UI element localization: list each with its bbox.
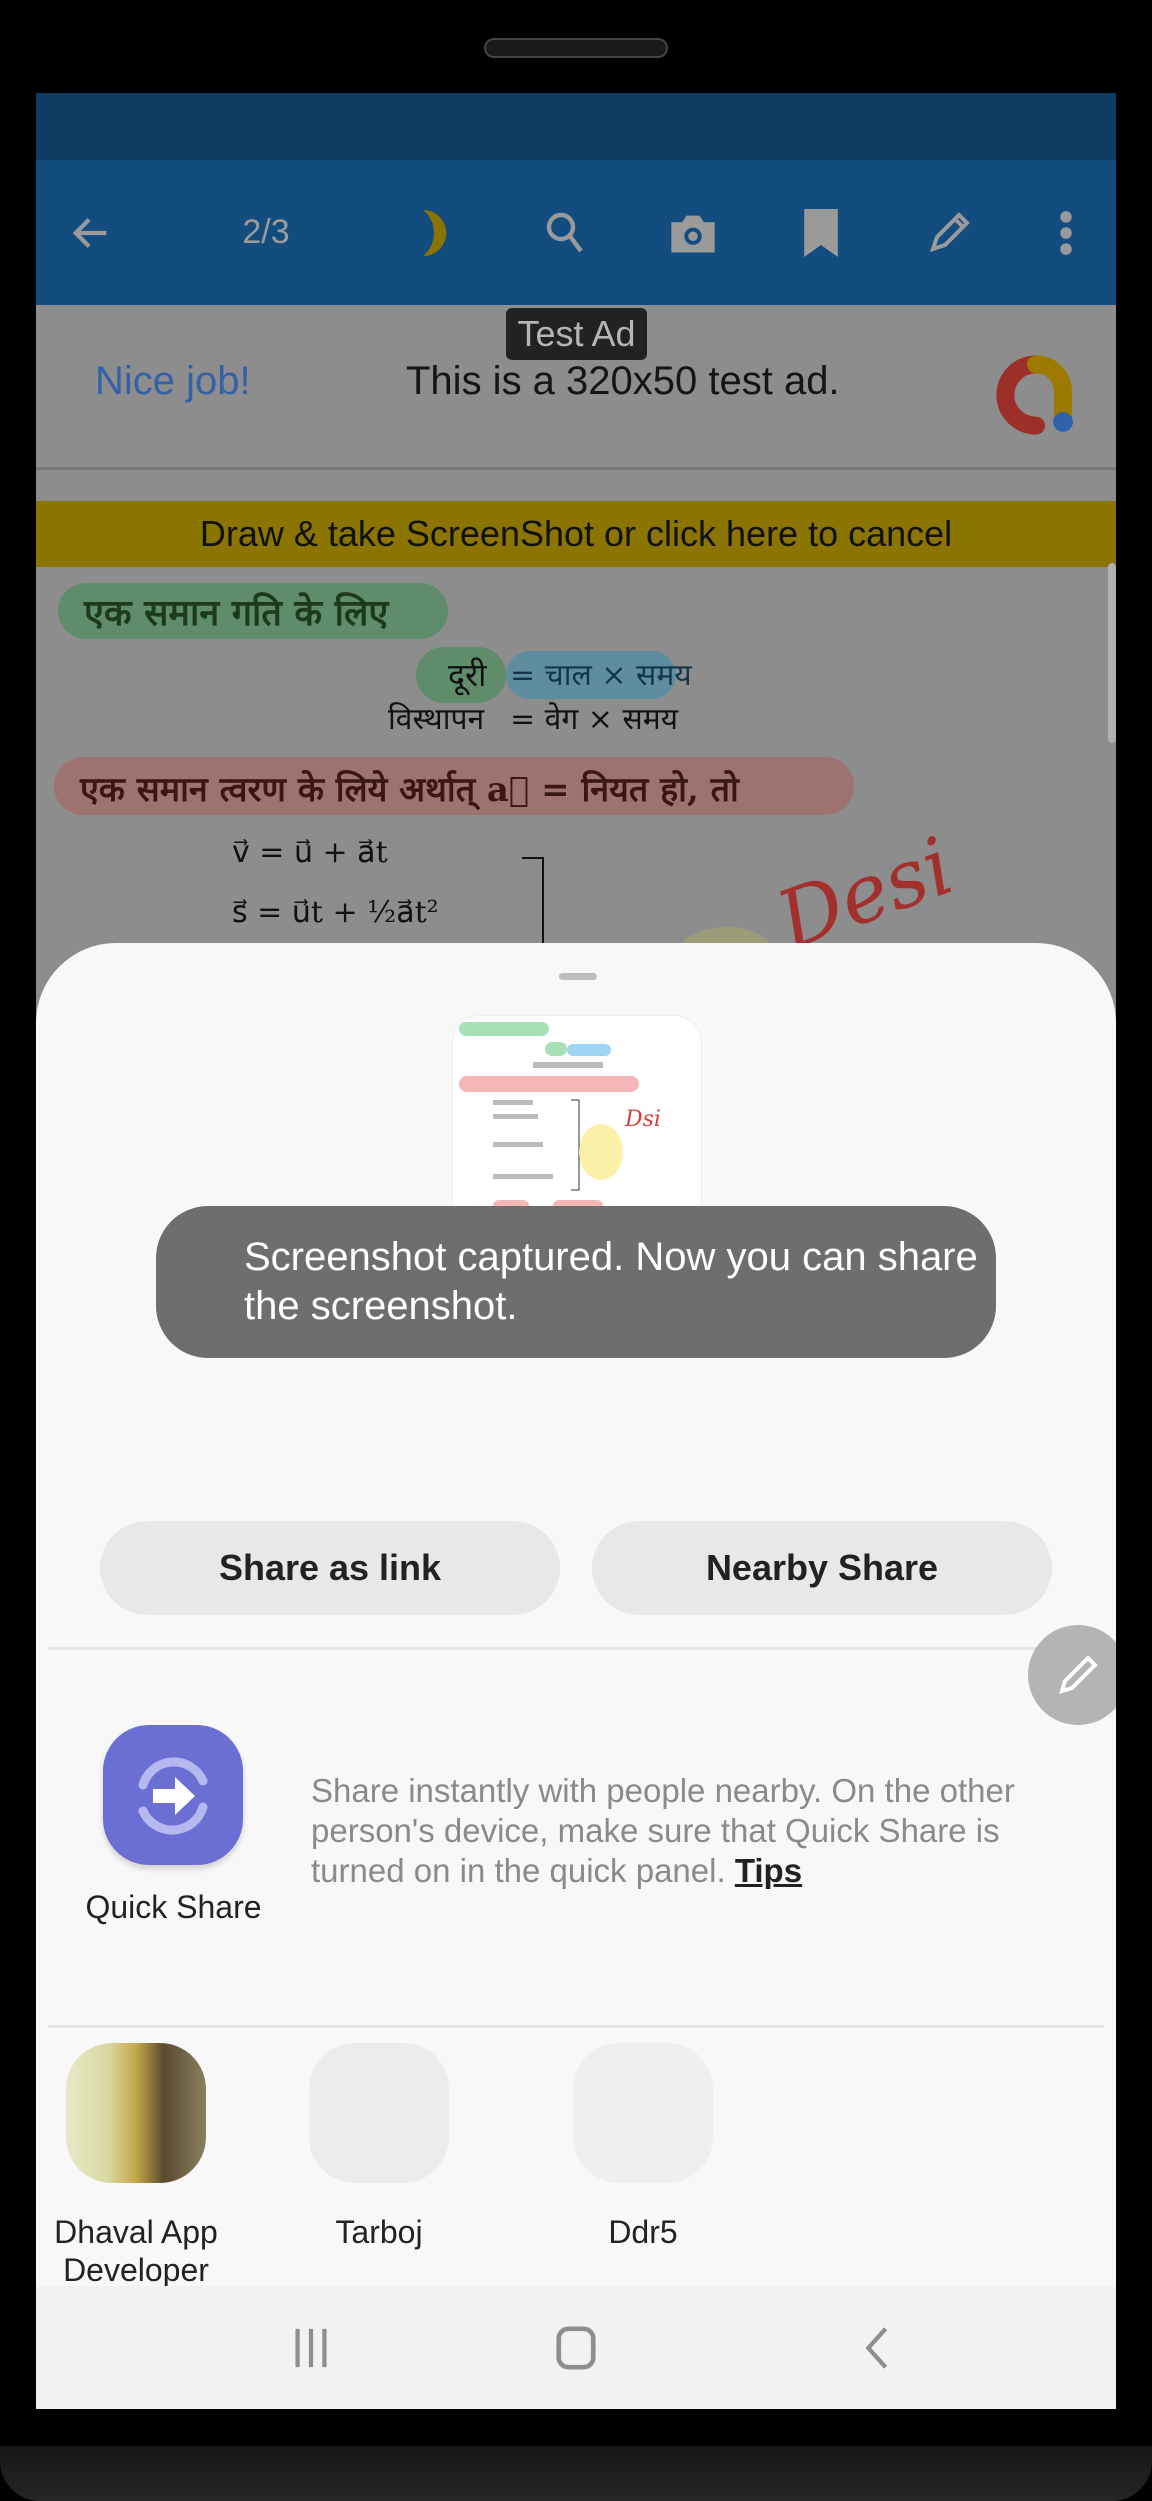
screen: 2/3 Test Ad Nice job! This is a 320x50 t… xyxy=(36,93,1116,2409)
nearby-share-button[interactable]: Nearby Share xyxy=(592,1521,1052,1615)
contact-item[interactable]: Tarboj xyxy=(279,2043,479,2251)
ad-headline: Nice job! xyxy=(95,359,251,403)
ad-banner[interactable]: Test Ad Nice job! This is a 320x50 test … xyxy=(36,305,1116,470)
divider xyxy=(48,2025,1104,2028)
divider xyxy=(48,1647,1104,1650)
contact-name: Ddr5 xyxy=(608,2214,678,2250)
page-indicator: 2/3 xyxy=(242,213,290,251)
earpiece-speaker xyxy=(484,38,668,58)
test-ad-badge: Test Ad xyxy=(506,308,647,360)
sheet-drag-handle[interactable] xyxy=(559,973,597,980)
bottom-bezel xyxy=(0,2446,1152,2501)
admob-logo-icon xyxy=(996,355,1073,435)
back-button[interactable] xyxy=(56,160,126,305)
toast-message: Screenshot captured. Now you can share t… xyxy=(156,1206,996,1358)
avatar xyxy=(309,2043,449,2183)
heading-uniform-acceleration: एक समान त्वरण के लिये अर्थात् a⃗ = नियत … xyxy=(80,770,739,810)
screenshot-mode-banner[interactable]: Draw & take ScreenShot or click here to … xyxy=(36,501,1116,567)
arrow-left-icon xyxy=(72,217,107,248)
back-icon xyxy=(865,2326,888,2369)
camera-button[interactable] xyxy=(658,160,728,305)
svg-text:Dsi: Dsi xyxy=(624,1107,661,1132)
night-mode-button[interactable] xyxy=(402,160,472,305)
bookmark-button[interactable] xyxy=(786,160,856,305)
eq2-left: विस्थापन xyxy=(388,702,485,737)
quick-share-label: Quick Share xyxy=(85,1889,262,1925)
avatar xyxy=(573,2043,713,2183)
more-vert-icon xyxy=(1060,210,1072,255)
formula-displacement: s⃗ = u⃗t + ½a⃗t² xyxy=(232,895,439,930)
quick-share-description-text: Share instantly with people nearby. On t… xyxy=(311,1772,1015,1889)
eq1-left: दूरी xyxy=(448,656,487,694)
document-page: एक समान गति के लिए दूरी = चाल × समय विस्… xyxy=(36,567,1116,987)
quick-share-icon xyxy=(138,1757,208,1835)
share-as-link-button[interactable]: Share as link xyxy=(100,1521,560,1615)
ad-body: This is a 320x50 test ad. xyxy=(406,359,840,403)
quick-share-button[interactable] xyxy=(103,1725,243,1865)
status-bar xyxy=(36,93,1116,160)
contact-item[interactable]: Dhaval App Developer xyxy=(36,2043,236,2289)
recents-icon xyxy=(295,2328,327,2367)
navigation-bar xyxy=(36,2286,1116,2409)
bookmark-icon xyxy=(804,208,838,257)
search-icon xyxy=(546,212,583,252)
contact-name: Dhaval App Developer xyxy=(54,2214,218,2288)
more-options-button[interactable] xyxy=(1036,160,1096,305)
quick-share-description: Share instantly with people nearby. On t… xyxy=(311,1771,1041,1891)
tips-link[interactable]: Tips xyxy=(735,1852,802,1889)
edit-button[interactable] xyxy=(1028,1625,1116,1725)
back-button-nav[interactable] xyxy=(816,2286,936,2409)
heading-uniform-motion: एक समान गति के लिए xyxy=(84,592,389,634)
contact-item[interactable]: Ddr5 xyxy=(543,2043,743,2251)
formula-velocity: v⃗ = u⃗ + a⃗t xyxy=(232,835,388,870)
contact-name: Tarboj xyxy=(335,2214,423,2250)
home-button[interactable] xyxy=(516,2286,636,2409)
pencil-icon xyxy=(929,211,970,252)
toolbar: 2/3 xyxy=(36,160,1116,305)
draw-button[interactable] xyxy=(914,160,984,305)
camera-icon xyxy=(671,215,715,252)
avatar xyxy=(66,2043,206,2183)
eq1-right: = चाल × समय xyxy=(510,658,692,693)
search-button[interactable] xyxy=(530,160,600,305)
eq2-right: = वेग × समय xyxy=(510,702,679,737)
share-sheet: Dsi Share as link Nearby Share Quick Sha… xyxy=(36,943,1116,2409)
home-icon xyxy=(556,2326,596,2369)
phone-frame: 2/3 Test Ad Nice job! This is a 320x50 t… xyxy=(0,0,1152,2501)
recents-button[interactable] xyxy=(251,2286,371,2409)
pencil-icon xyxy=(1059,1655,1098,1694)
night-mode-moon-icon xyxy=(423,209,447,256)
